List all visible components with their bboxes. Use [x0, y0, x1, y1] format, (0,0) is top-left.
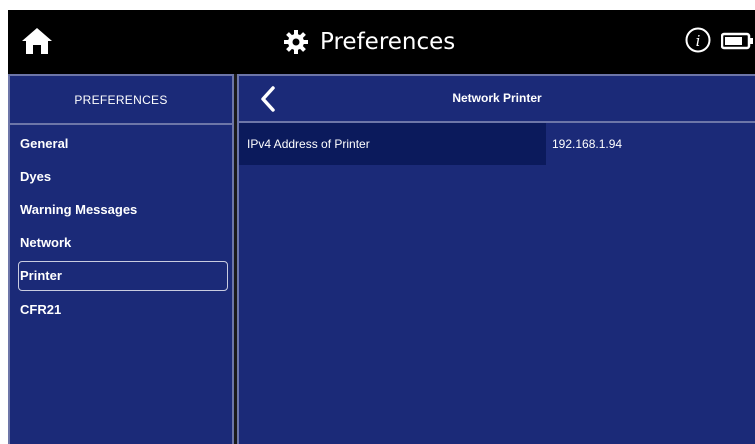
- app-screen: Preferences i PREFERENCES General Dyes W…: [8, 10, 755, 444]
- gear-icon: [284, 30, 308, 54]
- sidebar-item-cfr21[interactable]: CFR21: [10, 293, 232, 326]
- sidebar-header: PREFERENCES: [10, 76, 232, 125]
- setting-value-field[interactable]: 192.168.1.94: [546, 123, 755, 165]
- content-header: Network Printer: [239, 76, 755, 123]
- home-icon[interactable]: [20, 26, 54, 56]
- title-area: Preferences: [284, 27, 455, 57]
- chevron-left-icon[interactable]: [259, 86, 277, 112]
- sidebar-item-dyes[interactable]: Dyes: [10, 160, 232, 193]
- top-bar: Preferences i: [8, 10, 755, 74]
- sidebar-item-printer[interactable]: Printer: [18, 261, 228, 291]
- info-icon[interactable]: i: [685, 27, 711, 53]
- sidebar-item-network[interactable]: Network: [10, 226, 232, 259]
- setting-row-ipv4[interactable]: IPv4 Address of Printer 192.168.1.94: [239, 123, 755, 165]
- sidebar-item-general[interactable]: General: [10, 127, 232, 160]
- setting-label: IPv4 Address of Printer: [247, 137, 370, 151]
- battery-icon: [721, 32, 753, 50]
- sidebar-item-warning-messages[interactable]: Warning Messages: [10, 193, 232, 226]
- content-panel: Network Printer IPv4 Address of Printer …: [237, 74, 755, 444]
- sidebar-menu: General Dyes Warning Messages Network Pr…: [10, 127, 232, 326]
- page-title: Preferences: [320, 29, 456, 55]
- content-title: Network Printer: [452, 91, 542, 105]
- sidebar-panel: PREFERENCES General Dyes Warning Message…: [8, 74, 234, 444]
- svg-text:i: i: [696, 32, 701, 50]
